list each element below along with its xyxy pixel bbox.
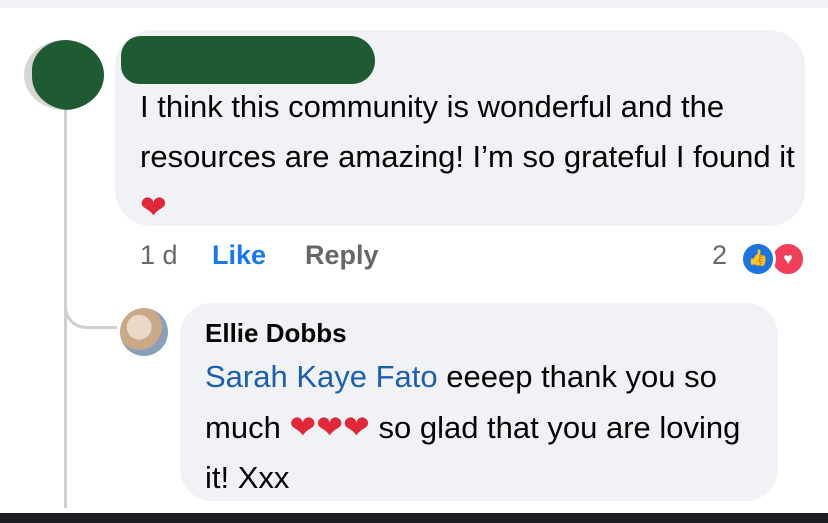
like-reaction-icon[interactable]: 👍 [740, 241, 776, 277]
comment-timestamp[interactable]: 1 d [140, 240, 178, 271]
comment-body: I think this community is wonderful and … [140, 89, 795, 174]
reply-text: Sarah Kaye Fato eeeep thank you so much … [205, 352, 765, 503]
avatar-redaction [32, 40, 104, 110]
thread-connector [64, 278, 117, 329]
reaction-count[interactable]: 2 [712, 240, 727, 271]
reply-avatar[interactable] [120, 308, 168, 356]
like-button[interactable]: Like [212, 240, 266, 271]
mention-link[interactable]: Sarah Kaye Fato [205, 359, 438, 394]
reply-author-name[interactable]: Ellie Dobbs [205, 318, 347, 349]
hearts-emoji-icon: ❤❤❤ [289, 408, 370, 446]
avatar[interactable] [24, 40, 104, 110]
comment-text: I think this community is wonderful and … [140, 82, 800, 233]
top-strip [0, 0, 828, 8]
reply-button[interactable]: Reply [305, 240, 379, 271]
author-name-redaction [121, 36, 375, 84]
heart-emoji-icon: ❤ [140, 188, 167, 226]
bottom-bar [0, 513, 828, 523]
